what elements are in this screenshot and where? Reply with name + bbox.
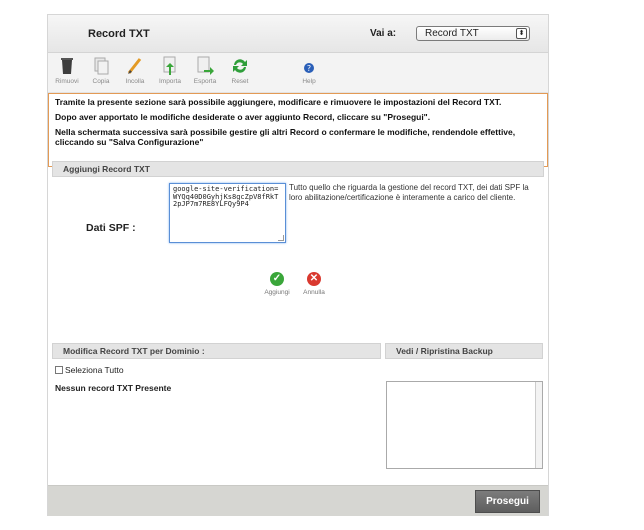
toolbar: Rimuovi Copia Incolla Importa Esporta Re… — [48, 53, 548, 93]
info-box: Tramite la presente sezione sarà possibi… — [48, 93, 548, 167]
paste-label: Incolla — [125, 78, 145, 85]
add-record-header: Aggiungi Record TXT — [52, 161, 544, 177]
select-all-row[interactable]: Seleziona Tutto — [55, 365, 124, 375]
select-all-checkbox[interactable] — [55, 366, 63, 374]
help-button[interactable]: ? Help — [292, 55, 326, 85]
backup-header: Vedi / Ripristina Backup — [385, 343, 543, 359]
copy-icon — [94, 57, 109, 75]
cancel-label: Annulla — [303, 289, 325, 296]
spf-help-text: Tutto quello che riguarda la gestione de… — [289, 183, 529, 202]
footer-bar: Prosegui — [48, 485, 548, 516]
info-line-1: Tramite la presente sezione sarà possibi… — [55, 97, 502, 107]
goto-label: Vai a: — [370, 28, 397, 39]
backup-list[interactable] — [386, 381, 543, 469]
info-line-2: Dopo aver apportato le modifiche desider… — [55, 112, 431, 122]
svg-text:?: ? — [307, 64, 311, 73]
help-label: Help — [302, 78, 316, 85]
panel-header: Record TXT Vai a: Record TXT ⬍ — [48, 15, 548, 53]
goto-selected-value: Record TXT — [425, 28, 479, 39]
remove-label: Rimuovi — [55, 78, 79, 85]
cancel-button[interactable]: ✕ Annulla — [299, 272, 329, 296]
goto-select[interactable]: Record TXT ⬍ — [416, 26, 530, 41]
spf-textarea[interactable]: google-site-verification=WYQq40D0GyhjKs8… — [169, 183, 286, 243]
copy-label: Copia — [92, 78, 110, 85]
import-label: Importa — [158, 78, 182, 85]
import-button[interactable]: Importa — [153, 55, 187, 85]
record-txt-panel: Record TXT Vai a: Record TXT ⬍ Rimuovi C… — [47, 14, 549, 516]
prosegui-button[interactable]: Prosegui — [475, 490, 540, 513]
export-label: Esporta — [193, 78, 217, 85]
remove-button[interactable]: Rimuovi — [50, 55, 84, 85]
add-button[interactable]: ✓ Aggiungi — [262, 272, 292, 296]
help-icon: ? — [304, 63, 314, 73]
select-all-label: Seleziona Tutto — [65, 365, 124, 375]
spf-value: google-site-verification=WYQq40D0GyhjKs8… — [173, 185, 279, 209]
reset-icon — [233, 59, 247, 73]
export-icon — [197, 56, 214, 75]
modify-record-header: Modifica Record TXT per Dominio : — [52, 343, 381, 359]
export-button[interactable]: Esporta — [188, 55, 222, 85]
check-icon: ✓ — [270, 272, 284, 286]
paste-icon — [127, 58, 142, 74]
select-arrows-icon: ⬍ — [516, 28, 527, 39]
spf-label: Dati SPF : — [86, 222, 136, 234]
trash-icon — [61, 58, 73, 74]
page-title: Record TXT — [88, 28, 150, 40]
cancel-icon: ✕ — [307, 272, 321, 286]
import-icon — [163, 56, 176, 75]
paste-button[interactable]: Incolla — [118, 55, 152, 85]
add-label: Aggiungi — [264, 289, 290, 296]
resize-grip-icon[interactable] — [278, 235, 284, 241]
backup-scrollbar[interactable] — [535, 382, 542, 468]
reset-button[interactable]: Reset — [223, 55, 257, 85]
reset-label: Reset — [231, 78, 249, 85]
info-line-3: Nella schermata successiva sarà possibil… — [55, 127, 516, 147]
copy-button[interactable]: Copia — [84, 55, 118, 85]
empty-records-message: Nessun record TXT Presente — [55, 383, 172, 393]
